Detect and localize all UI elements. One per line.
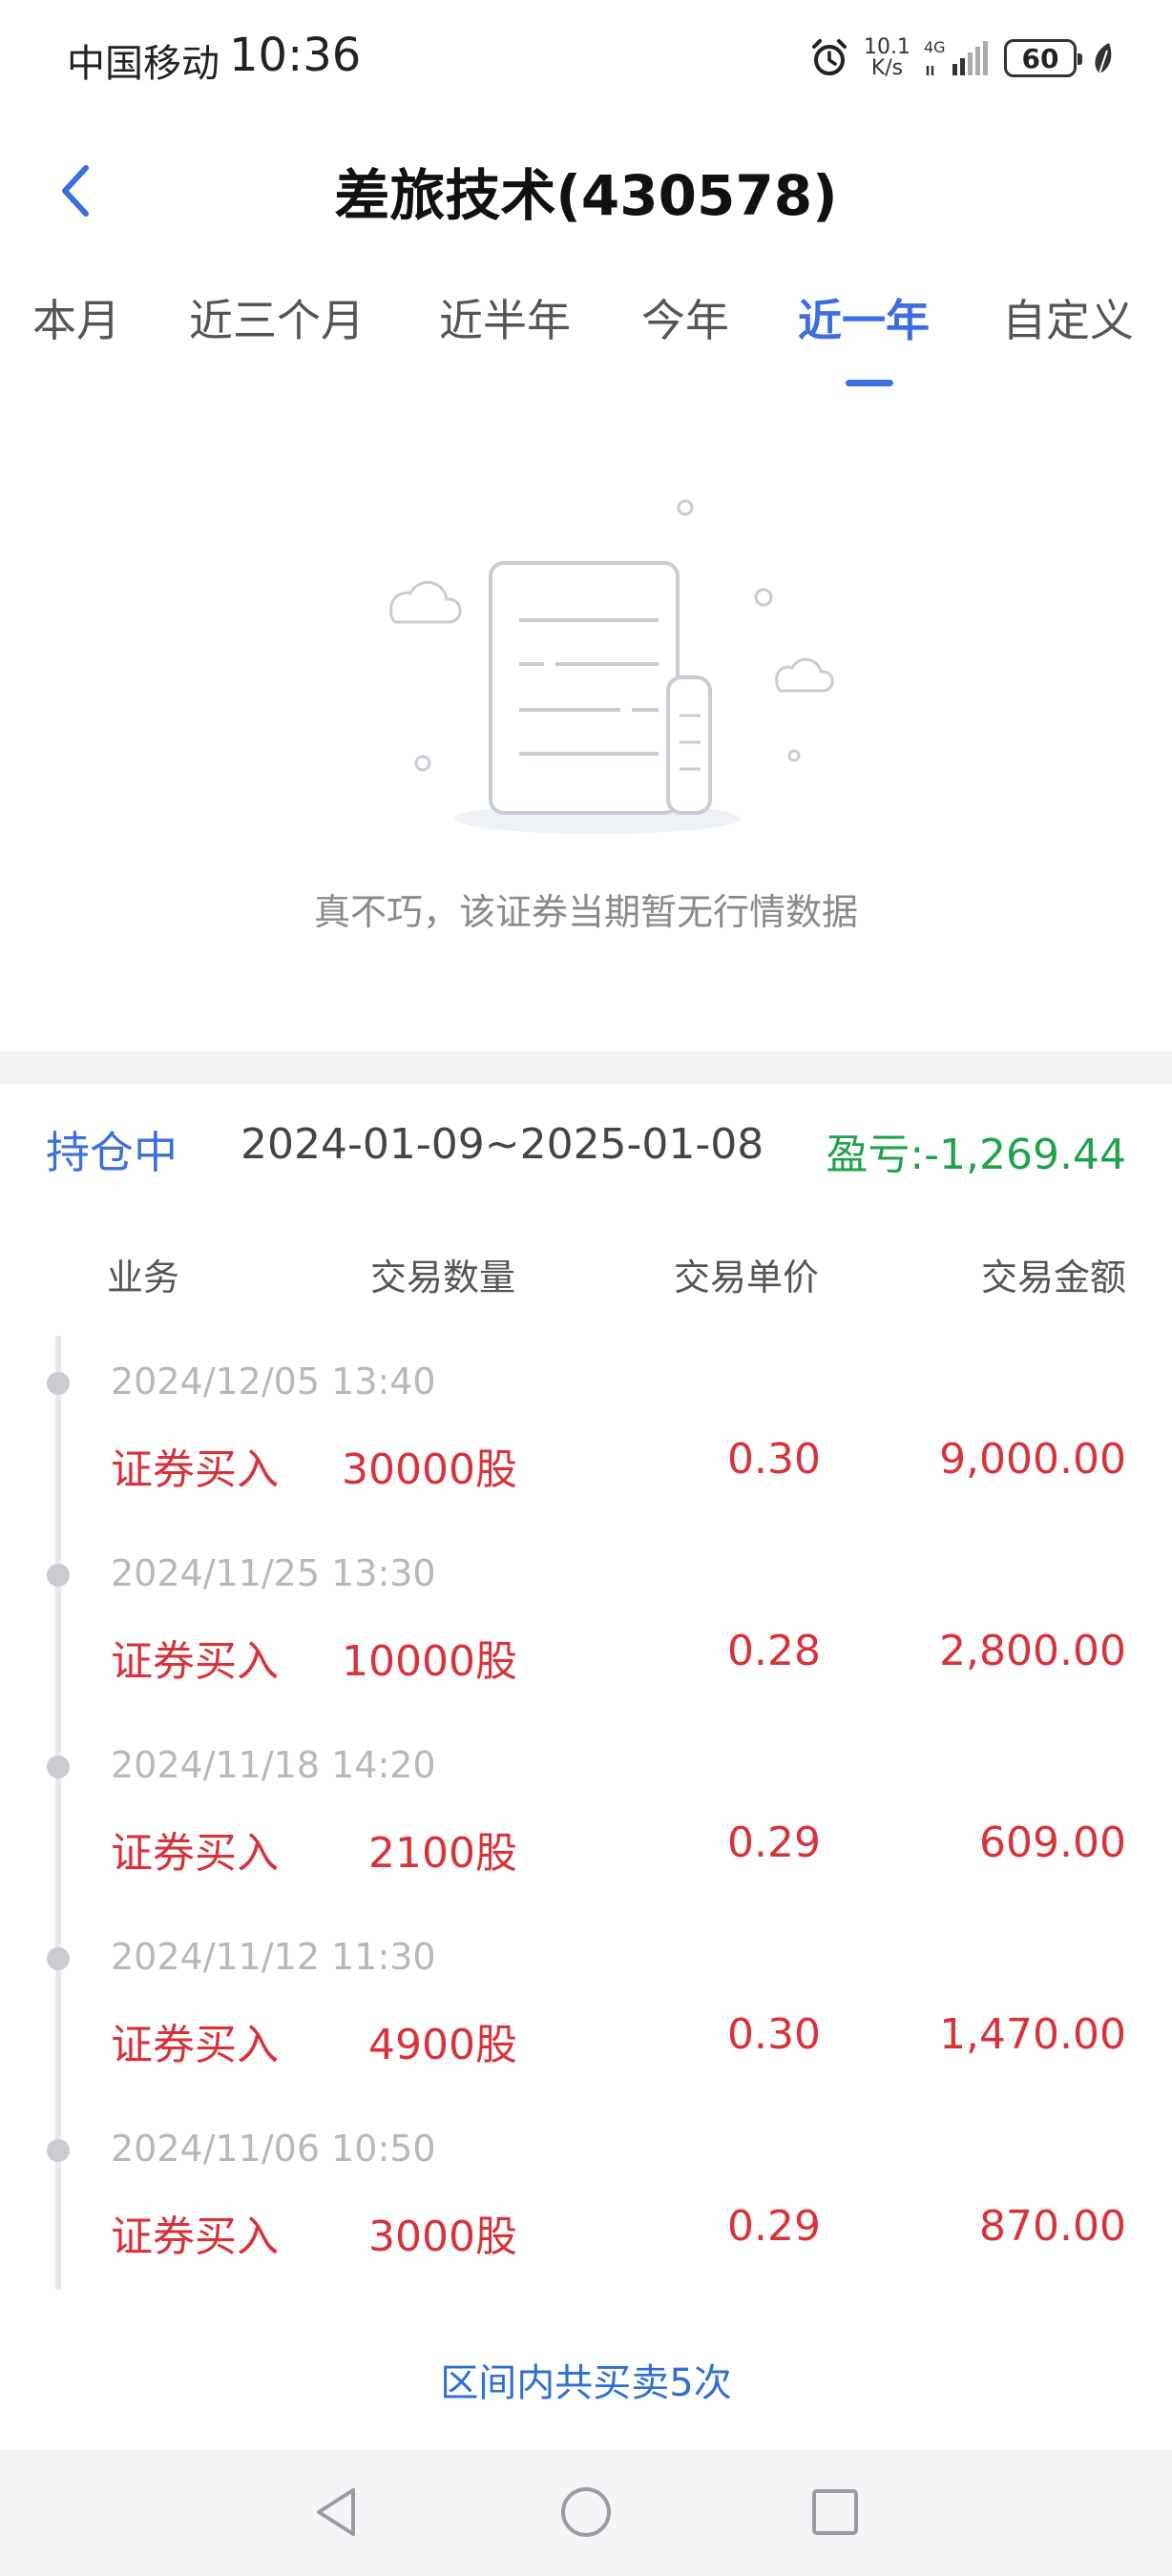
timeline-dot: [47, 1372, 70, 1395]
home-circle-icon[interactable]: [553, 2479, 619, 2545]
transaction-amount: 9,000.00: [939, 1435, 1126, 1484]
transaction-type: 证券买入: [111, 1445, 279, 1494]
battery-indicator: 60: [1004, 39, 1082, 77]
transaction-price: 0.29: [727, 2202, 821, 2251]
transaction-price: 0.30: [727, 1435, 821, 1484]
empty-state-message: 真不巧，该证券当期暂无行情数据: [313, 891, 858, 933]
transaction-quantity: 3000股: [368, 2212, 517, 2261]
network-speed-unit: K/s: [870, 56, 904, 80]
recents-square-icon[interactable]: [802, 2479, 869, 2545]
empty-document-icon: [389, 499, 834, 834]
table-header: 业务 交易数量 交易单价 交易金额: [0, 1240, 1172, 1298]
battery-level: 60: [1021, 42, 1059, 74]
timeline-dot: [47, 2139, 70, 2162]
tab-half-year[interactable]: 近半年: [439, 286, 571, 349]
top-header: 差旅技术(430578): [0, 134, 1172, 248]
tab-this-year[interactable]: 今年: [641, 286, 729, 349]
transaction-type: 证券买入: [111, 1829, 279, 1878]
timeline-dot: [47, 1947, 70, 1970]
transaction-amount: 609.00: [979, 1818, 1126, 1867]
transaction-time: 2024/11/25 13:30: [111, 1552, 436, 1594]
transaction-quantity: 4900股: [368, 2021, 517, 2069]
pnl-summary: 盈亏:-1,269.44: [826, 1120, 1126, 1181]
transaction-type: 证券买入: [111, 2212, 279, 2261]
transaction-amount: 1,470.00: [939, 2010, 1126, 2059]
period-tabs: 本月 近三个月 近半年 今年 近一年 自定义: [0, 277, 1172, 391]
tab-custom[interactable]: 自定义: [1002, 286, 1134, 349]
signal-icon: 4G: [924, 38, 988, 75]
header-business: 业务: [107, 1257, 180, 1298]
status-icons: 10.1 K/s 4G 60: [808, 34, 1115, 82]
transaction-time: 2024/11/06 10:50: [111, 2128, 436, 2170]
transaction-quantity: 2100股: [368, 1829, 517, 1878]
holding-summary: 持仓中 2024-01-09~2025-01-08 盈亏:-1,269.44: [0, 1107, 1172, 1183]
page-title: 差旅技术(430578): [334, 163, 838, 228]
network-type: 4G: [924, 38, 946, 56]
transaction-type: 证券买入: [111, 2021, 279, 2069]
status-bar: 中国移动 10:36 10.1 K/s 4G 60: [0, 0, 1172, 114]
tab-three-months[interactable]: 近三个月: [189, 286, 365, 349]
section-divider: [0, 1051, 1172, 1084]
transaction-row[interactable]: 2024/11/25 13:30 证券买入 10000股 0.28 2,800.…: [0, 1537, 1172, 1728]
transaction-type: 证券买入: [111, 1637, 279, 1686]
transaction-price: 0.28: [727, 1627, 821, 1675]
tab-one-year[interactable]: 近一年: [798, 286, 930, 349]
transaction-amount: 2,800.00: [939, 1627, 1126, 1675]
transaction-time: 2024/11/12 11:30: [111, 1936, 436, 1978]
transaction-time: 2024/12/05 13:40: [111, 1361, 436, 1402]
position-status: 持仓中: [46, 1127, 178, 1178]
tab-this-month[interactable]: 本月: [32, 286, 120, 349]
date-range: 2024-01-09~2025-01-08: [241, 1120, 764, 1169]
pnl-value: -1,269.44: [924, 1131, 1126, 1179]
system-nav-bar: [0, 2450, 1172, 2576]
transaction-time: 2024/11/18 14:20: [111, 1744, 436, 1786]
transaction-quantity: 30000股: [342, 1445, 517, 1494]
network-speed-value: 10.1: [864, 35, 910, 59]
timeline-dot: [47, 1755, 70, 1778]
timeline-dot: [47, 1564, 70, 1587]
header-price: 交易单价: [673, 1257, 819, 1298]
header-quantity: 交易数量: [369, 1257, 515, 1298]
clock-time: 10:36: [229, 29, 362, 82]
carrier-name: 中国移动: [67, 42, 220, 86]
network-speed: 10.1 K/s: [864, 37, 910, 79]
transaction-row[interactable]: 2024/11/12 11:30 证券买入 4900股 0.30 1,470.0…: [0, 1921, 1172, 2111]
transaction-price: 0.30: [727, 2010, 821, 2059]
transaction-price: 0.29: [727, 1818, 821, 1867]
active-tab-indicator: [846, 380, 893, 386]
transaction-amount: 870.00: [979, 2202, 1126, 2251]
trade-count: 区间内共买卖5次: [440, 2361, 732, 2405]
transaction-row[interactable]: 2024/12/05 13:40 证券买入 30000股 0.30 9,000.…: [0, 1345, 1172, 1536]
back-triangle-icon[interactable]: [303, 2479, 370, 2545]
leaf-icon: [1095, 43, 1112, 74]
alarm-icon: [812, 39, 848, 75]
transaction-quantity: 10000股: [342, 1637, 517, 1686]
transaction-row[interactable]: 2024/11/18 14:20 证券买入 2100股 0.29 609.00: [0, 1729, 1172, 1920]
pnl-label: 盈亏:: [826, 1131, 925, 1179]
header-amount: 交易金额: [980, 1257, 1126, 1298]
transaction-row[interactable]: 2024/11/06 10:50 证券买入 3000股 0.29 870.00: [0, 2112, 1172, 2303]
